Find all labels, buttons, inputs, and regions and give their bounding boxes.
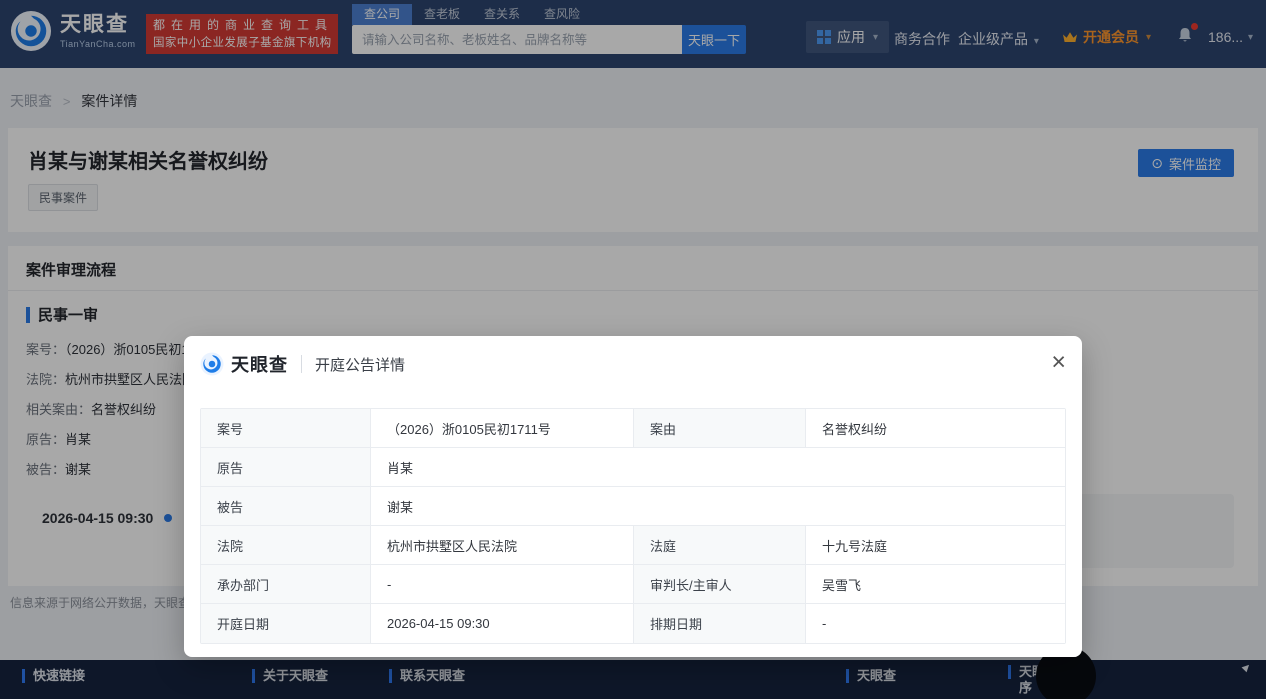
case-no-label-cell: 案号: [201, 409, 371, 448]
open-date-label-cell: 开庭日期: [201, 604, 371, 643]
modal-body: 案号 （2026）浙0105民初1711号 案由 名誉权纠纷 原告 肖某 被告 …: [200, 408, 1066, 644]
page: 天眼查 TianYanCha.com 都在用的商业查询工具 国家中小企业发展子基…: [0, 0, 1266, 699]
department-value-cell: -: [371, 565, 634, 604]
modal-brand: 天眼查: [231, 355, 288, 375]
defendant-label-cell: 被告: [201, 487, 371, 526]
schedule-date-value-cell: -: [806, 604, 1065, 643]
judge-value-cell: 吴雪飞: [806, 565, 1065, 604]
department-label-cell: 承办部门: [201, 565, 371, 604]
case-no-value-cell: （2026）浙0105民初1711号: [371, 409, 634, 448]
plaintiff-label-cell: 原告: [201, 448, 371, 487]
close-icon[interactable]: ×: [1051, 349, 1066, 375]
defendant-value-cell: 谢某: [371, 487, 1065, 526]
court-label-cell: 法院: [201, 526, 371, 565]
tianyancha-logo-icon: [200, 352, 224, 376]
hearing-detail-table: 案号 （2026）浙0105民初1711号 案由 名誉权纠纷 原告 肖某 被告 …: [200, 408, 1066, 644]
court-value-cell: 杭州市拱墅区人民法院: [371, 526, 634, 565]
cause-label-cell: 案由: [634, 409, 806, 448]
courtroom-value-cell: 十九号法庭: [806, 526, 1065, 565]
plaintiff-value-cell: 肖某: [371, 448, 1065, 487]
modal-title: 开庭公告详情: [315, 356, 406, 374]
modal-header: 天眼查 开庭公告详情 ×: [184, 336, 1082, 392]
hearing-announcement-modal: 天眼查 开庭公告详情 × 案号 （2026）浙0105民初1711号 案由 名誉…: [184, 336, 1082, 657]
courtroom-label-cell: 法庭: [634, 526, 806, 565]
schedule-date-label-cell: 排期日期: [634, 604, 806, 643]
open-date-value-cell: 2026-04-15 09:30: [371, 604, 634, 643]
modal-header-divider: [301, 355, 302, 373]
cause-value-cell: 名誉权纠纷: [806, 409, 1065, 448]
judge-label-cell: 审判长/主审人: [634, 565, 806, 604]
